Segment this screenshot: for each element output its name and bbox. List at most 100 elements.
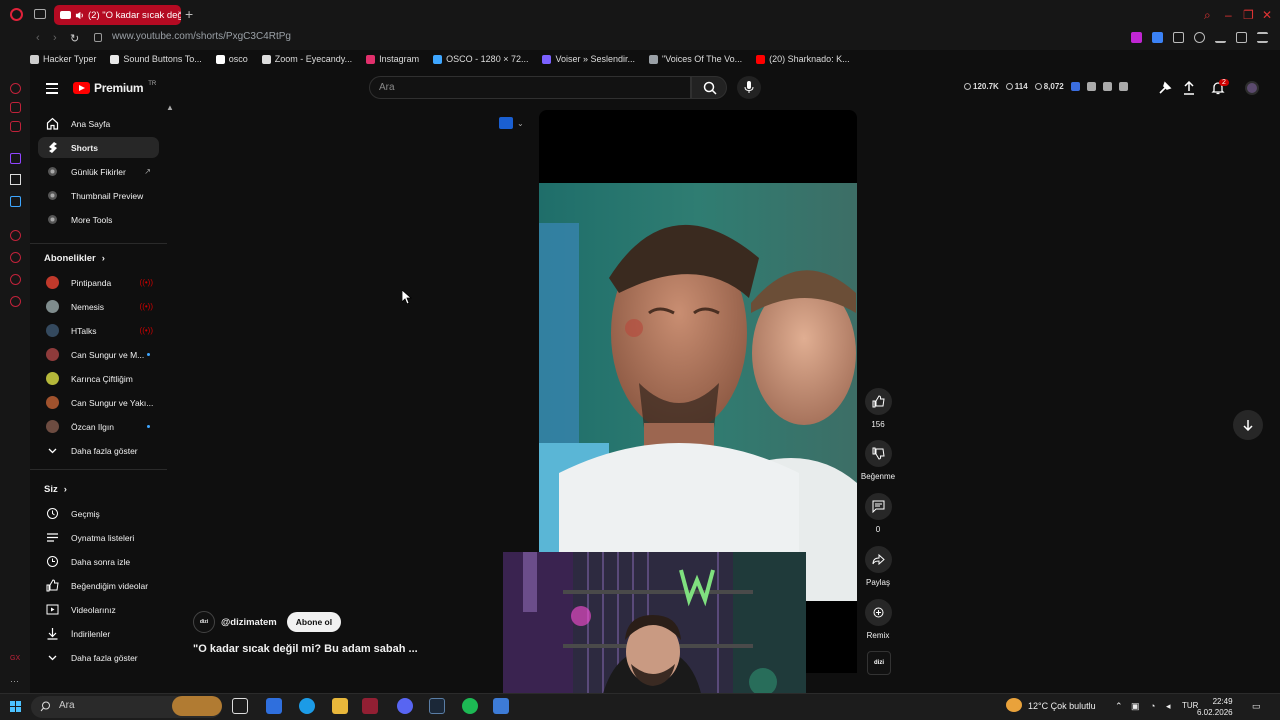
- sidebar-item-subscription[interactable]: Can Sungur ve Yakı...: [38, 392, 159, 413]
- remix-button[interactable]: [864, 599, 892, 626]
- puzzle-icon[interactable]: [1173, 32, 1184, 43]
- reload-icon[interactable]: ↻: [70, 32, 79, 45]
- app-icon[interactable]: [10, 196, 21, 207]
- extension-icon[interactable]: [1131, 32, 1142, 43]
- discord-icon[interactable]: [397, 698, 413, 714]
- sidebar-item-i-ndirilenler[interactable]: İndirilenler: [38, 623, 159, 644]
- notifications-icon[interactable]: ▭: [1252, 701, 1261, 712]
- dislike-button[interactable]: [864, 440, 892, 467]
- comment-action[interactable]: 0: [860, 493, 896, 534]
- messenger-icon[interactable]: [10, 102, 21, 113]
- file-explorer-icon[interactable]: [332, 698, 348, 714]
- back-icon[interactable]: ‹: [36, 32, 40, 44]
- sidebar-show-more-you[interactable]: Daha fazla göster: [38, 647, 159, 668]
- sidebar-item-ge-mi[interactable]: Geçmiş: [38, 503, 159, 524]
- short-title[interactable]: "O kadar sıcak değil mi? Bu adam sabah .…: [193, 643, 418, 655]
- header-extension-icon[interactable]: [1118, 82, 1128, 91]
- bookmark-item[interactable]: Voiser » Seslendir...: [542, 54, 635, 64]
- weather-icon[interactable]: [1006, 698, 1022, 712]
- bookmark-item[interactable]: OSCO - 1280 × 72...: [433, 54, 528, 64]
- sidebar-item-be-endi-im-videolar[interactable]: Beğendiğim videolar: [38, 575, 159, 596]
- settings-icon[interactable]: [10, 296, 21, 307]
- opera-logo-icon[interactable]: [10, 8, 23, 21]
- tray-icon[interactable]: ▣: [1131, 701, 1140, 712]
- channel-thumbnail[interactable]: dizi: [867, 651, 891, 675]
- speaker-icon[interactable]: [75, 11, 84, 20]
- chevron-up-icon[interactable]: ⌃: [1115, 701, 1123, 712]
- search-input[interactable]: Ara: [369, 76, 691, 99]
- bookmark-item[interactable]: "Voices Of The Vo...: [649, 54, 742, 64]
- dislike-action[interactable]: Beğenme: [860, 440, 896, 481]
- share-button[interactable]: [864, 546, 892, 573]
- close-icon[interactable]: ✕: [1262, 8, 1272, 22]
- history-icon[interactable]: [10, 252, 21, 263]
- sidebar-item-daha-sonra-izle[interactable]: Daha sonra izle: [38, 551, 159, 572]
- bookmark-item[interactable]: Instagram: [366, 54, 419, 64]
- steam-icon[interactable]: [429, 698, 445, 714]
- like-action[interactable]: 156: [860, 388, 896, 429]
- sidebar-item-more-tools[interactable]: More Tools: [38, 209, 159, 230]
- sidebar-item-g-nl-k-fikirler[interactable]: Günlük Fikirler ↗: [38, 161, 159, 182]
- sidebar-item-shorts[interactable]: Shorts: [38, 137, 159, 158]
- player-icon[interactable]: [10, 230, 21, 241]
- account-avatar[interactable]: [1245, 81, 1259, 95]
- sidebar-item-subscription[interactable]: Karınca Çiftliğim: [38, 368, 159, 389]
- tab-island-icon[interactable]: [34, 9, 46, 19]
- bookmark-item[interactable]: Hacker Typer: [30, 54, 96, 64]
- more-icon[interactable]: ···: [10, 676, 19, 687]
- remix-action[interactable]: Remix: [860, 599, 896, 640]
- wallet-icon[interactable]: [1194, 32, 1205, 43]
- wifi-icon[interactable]: ◔: [1150, 701, 1155, 711]
- bookmark-item[interactable]: Sound Buttons To...: [110, 54, 202, 64]
- bookmark-item[interactable]: (20) Sharknado: K...: [756, 54, 850, 64]
- bookmark-item[interactable]: osco: [215, 54, 248, 64]
- twitch-icon[interactable]: [10, 153, 21, 164]
- header-extension-icon[interactable]: [1086, 82, 1096, 91]
- view-toggle[interactable]: ⌄: [499, 115, 529, 131]
- opera-gx-icon[interactable]: [362, 698, 378, 714]
- header-extension-icon[interactable]: [1070, 82, 1080, 91]
- comments-button[interactable]: [864, 493, 892, 520]
- chevron-up-icon[interactable]: ▲: [166, 103, 174, 112]
- x-icon[interactable]: [10, 174, 21, 185]
- browser-tab-active[interactable]: (2) "O kadar sıcak değ: [54, 5, 181, 25]
- download-icon[interactable]: [1215, 32, 1226, 43]
- search-tabs-icon[interactable]: ⌕: [1204, 8, 1211, 23]
- menu-icon[interactable]: [1257, 32, 1268, 43]
- sidebar-show-more-subscriptions[interactable]: Daha fazla göster: [38, 440, 159, 461]
- minimize-icon[interactable]: –: [1225, 8, 1232, 22]
- extensions-icon[interactable]: [10, 274, 21, 285]
- sidebar-item-videolar-n-z[interactable]: Videolarınız: [38, 599, 159, 620]
- youtube-premium-logo[interactable]: Premium TR: [73, 81, 156, 95]
- like-button[interactable]: [864, 388, 892, 415]
- subscriptions-heading[interactable]: Abonelikler ›: [44, 253, 105, 264]
- system-clock[interactable]: 22:49 6.02.2026: [1197, 696, 1233, 718]
- share-action[interactable]: Paylaş: [860, 546, 896, 587]
- forward-icon[interactable]: ›: [53, 32, 57, 44]
- search-button[interactable]: [691, 76, 727, 99]
- voice-search-button[interactable]: [737, 76, 761, 99]
- sidebar-item-oynatma-listeleri[interactable]: Oynatma listeleri: [38, 527, 159, 548]
- edge-icon[interactable]: [299, 698, 315, 714]
- windows-start-icon[interactable]: [10, 701, 21, 712]
- new-tab-icon[interactable]: +: [185, 6, 193, 22]
- spotify-icon[interactable]: [462, 698, 478, 714]
- extension-icon[interactable]: [1152, 32, 1163, 43]
- whatsapp-icon[interactable]: [10, 121, 21, 132]
- ai-icon[interactable]: [1236, 32, 1247, 43]
- tools-icon[interactable]: [1158, 81, 1172, 95]
- header-extension-icon[interactable]: [1102, 82, 1112, 91]
- sidebar-item-subscription[interactable]: Özcan Ilgın: [38, 416, 159, 437]
- sidebar-item-subscription[interactable]: Can Sungur ve M...: [38, 344, 159, 365]
- sidebar-item-subscription[interactable]: Pintipanda ((•)): [38, 272, 159, 293]
- weather-text[interactable]: 12°C Çok bulutlu: [1028, 701, 1096, 711]
- bookmark-item[interactable]: Zoom - Eyecandy...: [261, 54, 352, 64]
- channel-avatar[interactable]: dizi: [193, 611, 215, 633]
- app-icon[interactable]: [493, 698, 509, 714]
- volume-icon[interactable]: ◂: [1166, 701, 1171, 712]
- channel-handle[interactable]: @dizimatem: [221, 617, 277, 628]
- language-indicator[interactable]: TUR: [1182, 701, 1198, 710]
- you-heading[interactable]: Siz ›: [44, 484, 67, 495]
- upload-icon[interactable]: [1182, 81, 1196, 95]
- maximize-icon[interactable]: ❐: [1243, 8, 1254, 22]
